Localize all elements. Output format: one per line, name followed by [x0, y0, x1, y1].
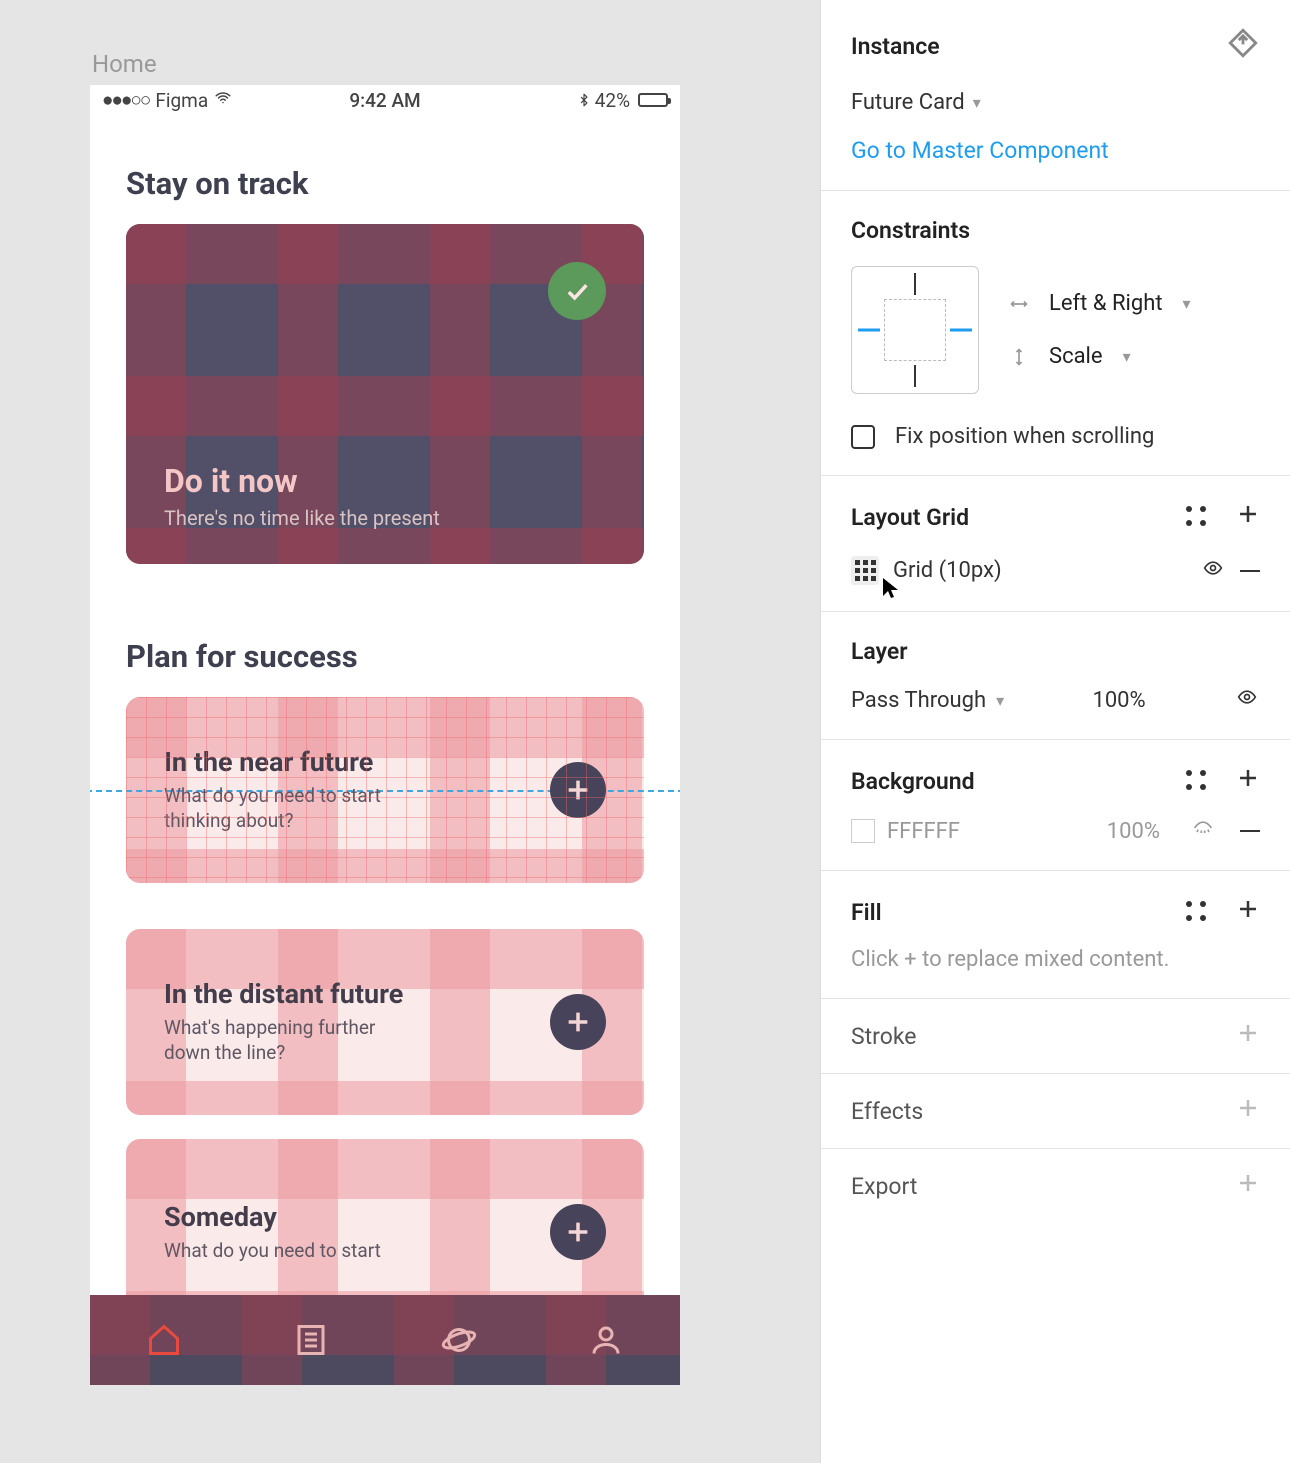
battery-percent-label: 42%: [595, 89, 630, 112]
plus-icon[interactable]: [550, 1204, 606, 1260]
resize-handle[interactable]: [640, 879, 644, 883]
chevron-down-icon: ▾: [1183, 294, 1191, 313]
visibility-toggle-icon[interactable]: [1200, 558, 1226, 584]
chevron-down-icon: ▾: [1123, 347, 1131, 366]
layer-section: Layer Pass Through ▾ 100%: [821, 612, 1290, 740]
fix-position-label: Fix position when scrolling: [895, 424, 1154, 449]
export-section: Export: [821, 1149, 1290, 1223]
add-stroke-icon[interactable]: [1236, 1021, 1260, 1051]
v-constraint-value: Scale: [1049, 344, 1103, 369]
horizontal-constraint-select[interactable]: Left & Right ▾: [1009, 291, 1191, 316]
bg-swatch[interactable]: [851, 819, 875, 843]
fill-styles-icon[interactable]: [1186, 901, 1208, 923]
card-title: In the distant future: [164, 978, 550, 1010]
bg-opacity-value[interactable]: 100%: [1107, 819, 1160, 844]
card-title: Someday: [164, 1201, 550, 1233]
add-fill-icon[interactable]: [1236, 897, 1260, 927]
section-header-2: Plan for success: [126, 638, 644, 675]
component-name: Future Card: [851, 90, 965, 115]
design-canvas[interactable]: Home ●●●○○ Figma 9:42 AM 42% Stay on tra…: [0, 0, 820, 1463]
phone-frame[interactable]: ●●●○○ Figma 9:42 AM 42% Stay on track: [90, 85, 680, 1385]
layer-opacity-value[interactable]: 100%: [1092, 688, 1145, 713]
add-export-icon[interactable]: [1236, 1171, 1260, 1201]
fix-position-checkbox[interactable]: Fix position when scrolling: [851, 424, 1260, 449]
remove-bg-icon[interactable]: [1240, 830, 1260, 832]
resize-handle[interactable]: [640, 697, 644, 701]
cursor-icon: [881, 576, 901, 606]
frame-label[interactable]: Home: [92, 50, 157, 78]
constraints-widget[interactable]: [851, 266, 979, 394]
grid-item-label[interactable]: Grid (10px): [893, 558, 1186, 583]
stroke-header: Stroke: [851, 1023, 917, 1050]
grid-type-icon[interactable]: [851, 556, 879, 585]
tab-bar: [90, 1295, 680, 1385]
check-icon[interactable]: [548, 262, 606, 320]
add-effect-icon[interactable]: [1236, 1096, 1260, 1126]
future-card-2[interactable]: In the distant future What's happening f…: [126, 929, 644, 1115]
effects-header: Effects: [851, 1098, 923, 1125]
h-constraint-value: Left & Right: [1049, 291, 1163, 316]
properties-panel: Instance Future Card ▾ Go to Master Comp…: [820, 0, 1290, 1463]
constraints-header: Constraints: [851, 217, 1260, 244]
hero-card[interactable]: Do it now There's no time like the prese…: [126, 224, 644, 564]
resize-handle[interactable]: [126, 879, 130, 883]
reset-instance-icon[interactable]: [1226, 26, 1260, 66]
constraints-section: Constraints Left & Right ▾: [821, 191, 1290, 476]
planet-tab-icon[interactable]: [440, 1321, 478, 1359]
background-section: Background FFFFFF 100%: [821, 740, 1290, 871]
component-select[interactable]: Future Card ▾: [851, 90, 1260, 115]
resize-handle[interactable]: [126, 697, 130, 701]
hero-subtitle: There's no time like the present: [164, 506, 606, 530]
chevron-down-icon: ▾: [996, 691, 1004, 710]
export-header: Export: [851, 1173, 917, 1200]
signal-dots-icon: ●●●○○: [102, 88, 149, 112]
checkbox-icon[interactable]: [851, 425, 875, 449]
fill-header: Fill: [851, 899, 882, 926]
background-header: Background: [851, 768, 975, 795]
future-card-1[interactable]: In the near future What do you need to s…: [126, 697, 644, 883]
instance-section: Instance Future Card ▾ Go to Master Comp…: [821, 0, 1290, 191]
wifi-icon: [214, 89, 232, 111]
chevron-down-icon: ▾: [973, 93, 981, 112]
carrier-label: Figma: [155, 89, 208, 112]
plus-icon[interactable]: [550, 994, 606, 1050]
card-subtitle: What do you need to start: [164, 1239, 424, 1264]
profile-tab-icon[interactable]: [587, 1321, 625, 1359]
selection-outline[interactable]: [126, 697, 644, 883]
blend-mode-select[interactable]: Pass Through ▾: [851, 688, 1004, 713]
list-tab-icon[interactable]: [292, 1321, 330, 1359]
effects-section: Effects: [821, 1074, 1290, 1149]
add-background-icon[interactable]: [1236, 766, 1260, 796]
vertical-constraint-select[interactable]: Scale ▾: [1009, 344, 1191, 369]
hero-title: Do it now: [164, 462, 606, 500]
bg-visibility-hidden-icon[interactable]: [1190, 818, 1216, 844]
go-to-master-link[interactable]: Go to Master Component: [851, 137, 1260, 164]
layer-header: Layer: [851, 638, 1260, 665]
layer-visibility-icon[interactable]: [1234, 687, 1260, 713]
card-subtitle: What's happening further down the line?: [164, 1016, 424, 1065]
status-bar: ●●●○○ Figma 9:42 AM 42%: [90, 85, 680, 115]
blend-mode-value: Pass Through: [851, 688, 986, 713]
grid-styles-icon[interactable]: [1186, 506, 1208, 528]
battery-icon: [638, 93, 668, 107]
instance-header: Instance: [851, 33, 940, 60]
layout-grid-header: Layout Grid: [851, 504, 969, 531]
home-tab-icon[interactable]: [145, 1321, 183, 1359]
bg-styles-icon[interactable]: [1186, 770, 1208, 792]
fill-section: Fill Click + to replace mixed content.: [821, 871, 1290, 999]
section-header-1: Stay on track: [126, 165, 644, 202]
clock-label: 9:42 AM: [291, 89, 480, 112]
bluetooth-icon: [577, 89, 591, 112]
bg-hex-value[interactable]: FFFFFF: [887, 819, 1107, 844]
layout-grid-section: Layout Grid Grid (10px): [821, 476, 1290, 612]
fill-hint: Click + to replace mixed content.: [851, 947, 1260, 972]
add-grid-icon[interactable]: [1236, 502, 1260, 532]
stroke-section: Stroke: [821, 999, 1290, 1074]
remove-grid-icon[interactable]: [1240, 570, 1260, 572]
